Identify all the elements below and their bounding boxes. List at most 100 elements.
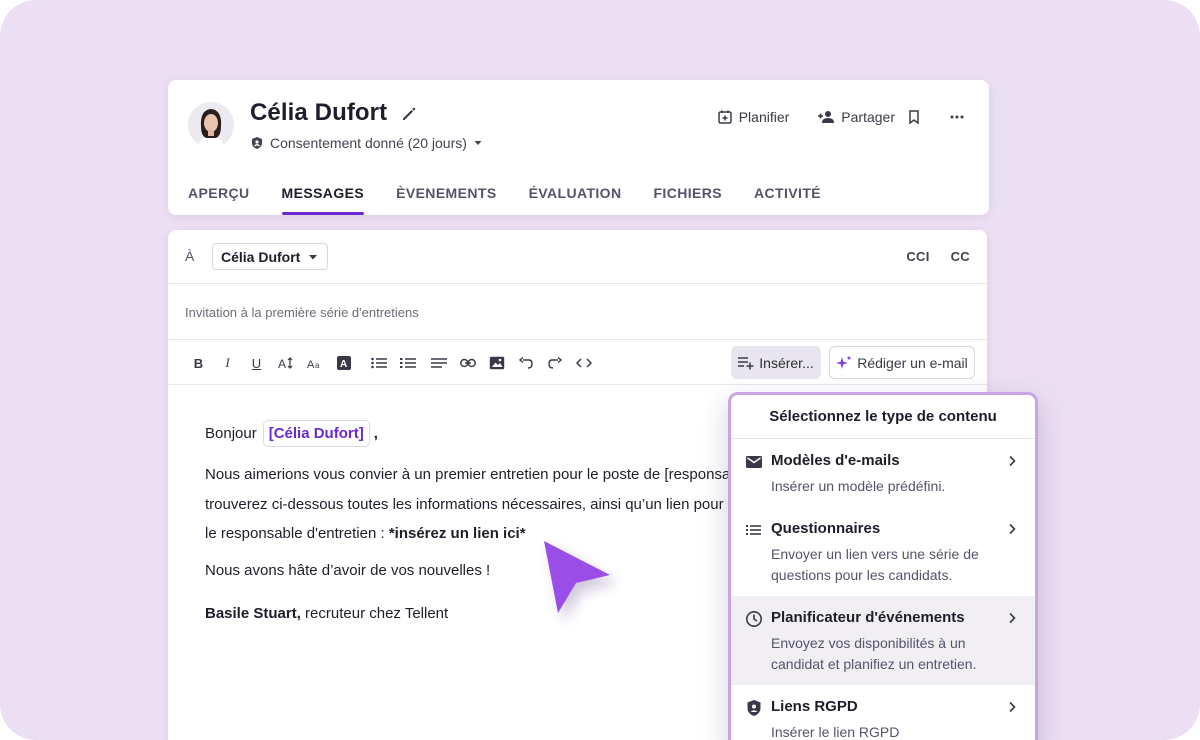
svg-text:A: A: [340, 359, 347, 370]
tab-activity[interactable]: ACTIVITÉ: [754, 185, 821, 215]
dropdown-item-desc: Insérer un modèle prédéfini.: [771, 478, 946, 494]
bcc-button[interactable]: CCI: [906, 249, 929, 264]
dropdown-item-questionnaires[interactable]: Questionnaires Envoyer un lien vers une …: [731, 507, 1035, 596]
closing-line: Nous avons hâte d’avoir de vos nouvelles…: [205, 562, 491, 579]
dropdown-item-email-templates[interactable]: Modèles d'e-mails Insérer un modèle préd…: [731, 439, 1035, 507]
dropdown-item-desc: Envoyez vos disponibilités à un candidat…: [771, 635, 977, 672]
recipient-row: À Célia Dufort CCI CC: [168, 230, 987, 284]
schedule-button[interactable]: Planifier: [717, 106, 790, 128]
cc-button[interactable]: CC: [951, 249, 970, 264]
app-stage: Célia Dufort Consentement donné (20 jour…: [0, 0, 1200, 740]
dropdown-item-event-scheduler[interactable]: Planificateur d'événements Envoyez vos d…: [731, 596, 1035, 685]
tab-events[interactable]: ÈVENEMENTS: [396, 185, 496, 215]
align-icon[interactable]: [424, 353, 453, 373]
tab-overview[interactable]: APERÇU: [188, 185, 250, 215]
bookmark-icon: [909, 110, 919, 125]
signature-role: recruteur chez Tellent: [300, 605, 449, 622]
greeting-text: Bonjour: [205, 425, 257, 442]
dropdown-item-desc: Insérer le lien RGPD: [771, 724, 900, 740]
insert-label: Insérer...: [759, 354, 814, 371]
tab-files[interactable]: FICHIERS: [653, 185, 722, 215]
to-label: À: [185, 248, 195, 264]
code-icon[interactable]: [569, 353, 598, 373]
chevron-right-icon: [1009, 612, 1016, 624]
dropdown-item-desc: Envoyer un lien vers une série de questi…: [771, 546, 979, 583]
name-variable-chip[interactable]: [Célia Dufort]: [262, 420, 370, 447]
clock-icon: [746, 611, 762, 627]
body-paragraph: Nous aimerions vous convier à un premier…: [205, 460, 765, 560]
bullet-list-icon[interactable]: [364, 353, 393, 373]
share-button[interactable]: Partager: [817, 106, 895, 128]
bookmark-button[interactable]: [907, 106, 921, 128]
playlist-add-icon: [738, 356, 754, 369]
dropdown-title: Sélectionnez le type de contenu: [731, 395, 1035, 439]
cc-bcc-group: CCI CC: [906, 249, 970, 264]
greeting-comma: ,: [373, 425, 378, 442]
svg-text:a: a: [315, 361, 320, 370]
redo-icon[interactable]: [540, 353, 569, 373]
more-options-button[interactable]: [949, 106, 965, 128]
dropdown-item-name: Modèles d'e-mails: [771, 452, 900, 469]
underline-icon[interactable]: U: [242, 353, 271, 373]
dropdown-item-gdpr-links[interactable]: Liens RGPD Insérer le lien RGPD: [731, 685, 1035, 740]
pointer-cursor-icon: [544, 541, 610, 613]
greeting-line: Bonjour [Célia Dufort] ,: [205, 420, 378, 447]
dropdown-item-name: Questionnaires: [771, 520, 881, 537]
subject-row[interactable]: Invitation à la première série d'entreti…: [168, 284, 987, 340]
pencil-icon[interactable]: [400, 105, 418, 123]
body-line-2: trouverez ci-dessous toutes les informat…: [205, 495, 724, 513]
formatting-toolbar: B I U A Aa A Insérer... Rédiger un e-mai…: [168, 340, 987, 385]
calendar-add-icon: [717, 110, 732, 124]
bold-icon[interactable]: B: [184, 353, 213, 373]
link-placeholder: *insérez un lien ici*: [388, 525, 526, 542]
chevron-right-icon: [1009, 701, 1016, 713]
write-email-button[interactable]: Rédiger un e-mail: [829, 346, 975, 379]
caret-down-icon: [309, 254, 318, 259]
candidate-header-card: Célia Dufort Consentement donné (20 jour…: [168, 80, 989, 215]
tab-evaluation[interactable]: ÉVALUATION: [529, 185, 622, 215]
recipient-select[interactable]: Célia Dufort: [212, 243, 328, 270]
signature-name: Basile Stuart,: [205, 605, 301, 622]
sparkle-icon: [836, 355, 852, 369]
dropdown-item-name: Liens RGPD: [771, 698, 858, 715]
shield-icon: [747, 700, 761, 716]
tab-bar: APERÇU MESSAGES ÈVENEMENTS ÉVALUATION FI…: [188, 185, 853, 215]
content-type-dropdown: Sélectionnez le type de contenu Modèles …: [728, 392, 1038, 740]
tab-messages[interactable]: MESSAGES: [281, 185, 365, 215]
write-email-label: Rédiger un e-mail: [857, 354, 968, 371]
link-icon[interactable]: [453, 353, 482, 373]
share-label: Partager: [841, 109, 895, 125]
undo-icon[interactable]: [511, 353, 540, 373]
mail-icon: [746, 456, 762, 468]
recipient-name: Célia Dufort: [221, 248, 301, 265]
format-icons: B I U A Aa A: [184, 353, 598, 373]
consent-label: Consentement donné (20 jours): [270, 135, 467, 151]
body-line-1: Nous aimerions vous convier à un premier…: [205, 466, 751, 483]
shield-icon: [252, 137, 262, 149]
more-horizontal-icon: [950, 115, 964, 119]
text-size-icon[interactable]: A: [271, 353, 300, 373]
image-icon[interactable]: [482, 353, 511, 373]
consent-status[interactable]: Consentement donné (20 jours): [250, 135, 483, 151]
body-line-3: le responsable d'entretien : *insérez un…: [205, 519, 765, 549]
svg-text:A: A: [307, 359, 315, 370]
numbered-list-icon[interactable]: [393, 353, 422, 373]
chevron-right-icon: [1009, 455, 1016, 467]
signature-line: Basile Stuart, recruteur chez Tellent: [205, 605, 448, 622]
subject-field[interactable]: Invitation à la première série d'entreti…: [185, 305, 419, 320]
dropdown-item-name: Planificateur d'événements: [771, 609, 965, 626]
schedule-label: Planifier: [738, 109, 790, 125]
italic-icon[interactable]: I: [213, 353, 242, 373]
list-icon: [746, 525, 761, 535]
body-line-3-prefix: le responsable d'entretien :: [205, 525, 389, 542]
caret-down-icon: [474, 141, 482, 145]
avatar[interactable]: [188, 102, 234, 148]
text-color-icon[interactable]: A: [329, 353, 358, 373]
insert-button[interactable]: Insérer...: [731, 346, 821, 379]
font-case-icon[interactable]: Aa: [300, 353, 329, 373]
svg-text:A: A: [278, 357, 286, 370]
person-add-icon: [818, 111, 835, 123]
chevron-right-icon: [1009, 523, 1016, 535]
header-actions: Planifier Partager: [717, 106, 965, 128]
candidate-name: Célia Dufort: [250, 99, 388, 126]
